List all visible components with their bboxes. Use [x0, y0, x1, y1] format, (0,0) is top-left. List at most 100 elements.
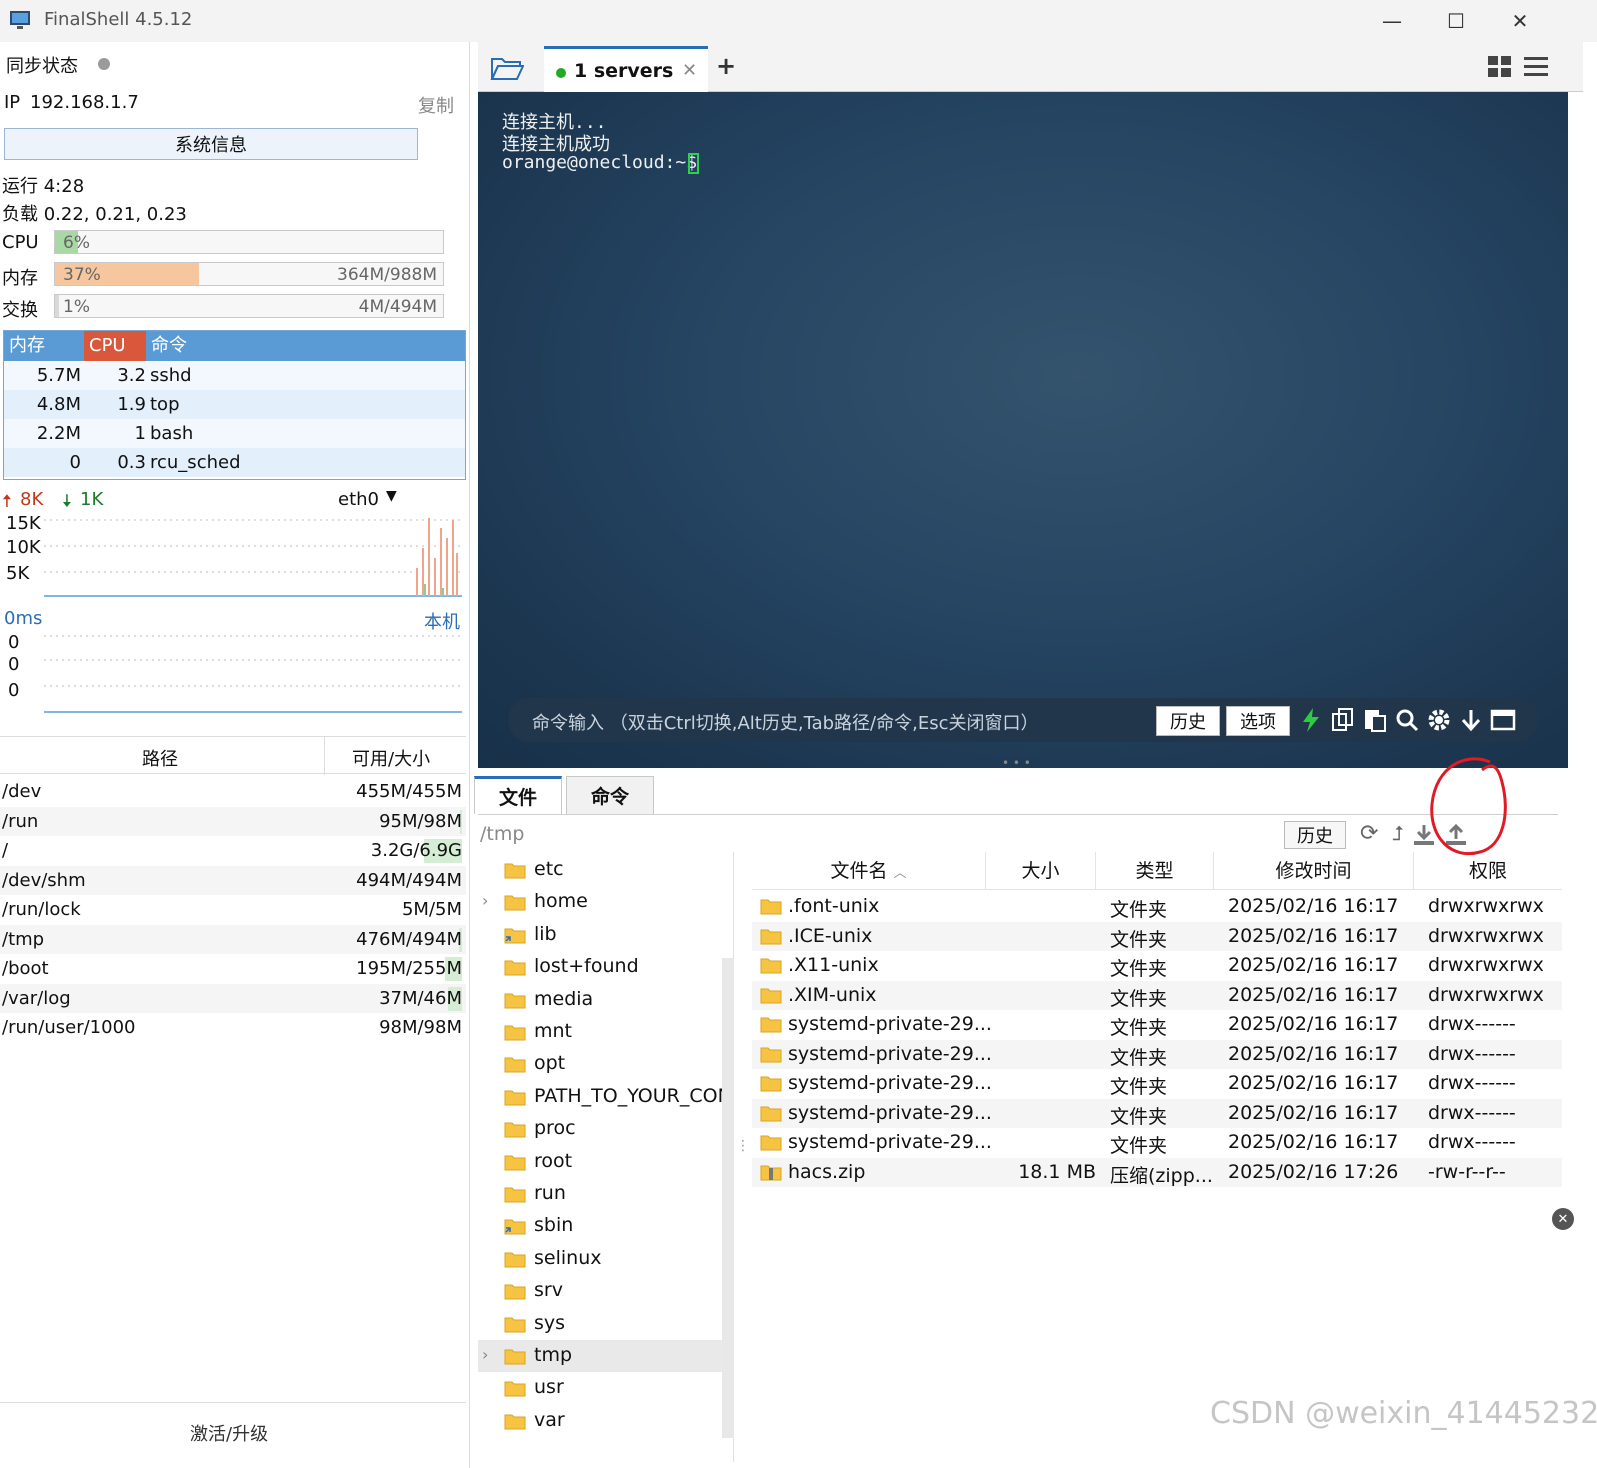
- process-row[interactable]: 2.2M 1 bash: [4, 419, 465, 448]
- tree-item-label: usr: [534, 1376, 564, 1399]
- file-permissions: drwx------: [1428, 1072, 1516, 1094]
- window-icon[interactable]: [1490, 707, 1516, 733]
- close-button[interactable]: ✕: [1500, 6, 1540, 36]
- folder-icon: [760, 957, 782, 979]
- chevron-right-icon[interactable]: ›: [482, 891, 488, 910]
- tree-item[interactable]: sys: [478, 1308, 728, 1340]
- tree-item[interactable]: sbin: [478, 1210, 728, 1242]
- folder-open-icon[interactable]: [490, 55, 524, 81]
- file-row[interactable]: systemd-private-29... 文件夹 2025/02/16 16:17…: [752, 1039, 1562, 1069]
- folder-icon: [504, 1024, 526, 1041]
- process-header-command[interactable]: 命令: [146, 331, 465, 361]
- tree-item[interactable]: selinux: [478, 1243, 728, 1275]
- disk-header-size[interactable]: 可用/大小: [352, 745, 430, 771]
- tree-item[interactable]: PATH_TO_YOUR_CON: [478, 1081, 732, 1113]
- column-type[interactable]: 类型: [1096, 852, 1214, 890]
- chevron-right-icon[interactable]: ›: [482, 1345, 488, 1364]
- tree-item[interactable]: › home: [478, 886, 728, 918]
- disk-row[interactable]: /dev/shm 494M/494M: [0, 865, 466, 896]
- disk-row[interactable]: /var/log 37M/46M: [0, 983, 466, 1014]
- file-row[interactable]: .ICE-unix 文件夹 2025/02/16 16:17 drwxrwxrwx: [752, 921, 1562, 951]
- tree-item[interactable]: root: [478, 1146, 728, 1178]
- tree-item[interactable]: › tmp: [478, 1340, 728, 1372]
- process-row[interactable]: 4.8M 1.9 top: [4, 390, 465, 419]
- column-modified[interactable]: 修改时间: [1214, 852, 1414, 890]
- tree-scrollbar[interactable]: [722, 958, 734, 1438]
- tree-item[interactable]: var: [478, 1405, 728, 1437]
- splitter-handle-icon[interactable]: ⋮: [736, 1138, 750, 1154]
- menu-icon[interactable]: [1524, 56, 1548, 78]
- file-row[interactable]: .font-unix 文件夹 2025/02/16 16:17 drwxrwxrwx: [752, 892, 1562, 921]
- tree-item[interactable]: etc: [478, 854, 728, 886]
- close-panel-icon[interactable]: ✕: [1552, 1208, 1574, 1230]
- tree-item[interactable]: srv: [478, 1275, 728, 1307]
- disk-size: 98M/98M: [379, 1017, 462, 1038]
- activate-upgrade-link[interactable]: 激活/升级: [190, 1420, 268, 1446]
- copy-ip-link[interactable]: 复制: [418, 92, 454, 118]
- history-button[interactable]: 历史: [1156, 706, 1220, 736]
- tree-item[interactable]: media: [478, 984, 728, 1016]
- tree-item-label: sys: [534, 1311, 566, 1334]
- disk-row[interactable]: /run/lock 5M/5M: [0, 895, 466, 925]
- interface-select[interactable]: eth0: [338, 489, 379, 510]
- tab-files[interactable]: 文件: [474, 776, 562, 814]
- grid-layout-icon[interactable]: [1488, 56, 1512, 78]
- column-size[interactable]: 大小: [986, 852, 1096, 890]
- process-header-memory[interactable]: 内存: [4, 331, 84, 361]
- file-name: systemd-private-29...: [788, 1013, 992, 1035]
- file-modified: 2025/02/16 16:17: [1228, 1072, 1399, 1094]
- parent-dir-icon[interactable]: ⮥: [1392, 821, 1404, 845]
- system-info-button[interactable]: 系统信息: [4, 128, 418, 160]
- file-permissions: drwxrwxrwx: [1428, 983, 1544, 1006]
- search-icon[interactable]: [1394, 707, 1420, 733]
- process-header-cpu[interactable]: CPU: [84, 331, 146, 361]
- ping-target[interactable]: 本机: [424, 608, 460, 634]
- folder-icon: [760, 1016, 782, 1038]
- arrow-down-icon[interactable]: [1458, 707, 1484, 733]
- disk-row[interactable]: /run 95M/98M: [0, 806, 466, 837]
- chevron-down-icon[interactable]: ▼: [386, 488, 397, 504]
- disk-row[interactable]: /tmp 476M/494M: [0, 924, 466, 955]
- paste-icon[interactable]: [1362, 707, 1388, 733]
- disk-header-path[interactable]: 路径: [142, 745, 178, 771]
- gear-icon[interactable]: [1426, 707, 1452, 733]
- add-tab-icon[interactable]: +: [716, 52, 736, 80]
- current-path[interactable]: /tmp: [480, 823, 524, 845]
- disk-row[interactable]: /dev 455M/455M: [0, 777, 466, 807]
- process-row[interactable]: 0 0.3 rcu_sched: [4, 448, 465, 477]
- terminal-area[interactable]: 连接主机... 连接主机成功 orange@onecloud:~$ 命令输入 （…: [478, 92, 1568, 768]
- file-row[interactable]: systemd-private-29... 文件夹 2025/02/16 16:17…: [752, 1128, 1562, 1157]
- file-row[interactable]: systemd-private-29... 文件夹 2025/02/16 16:17…: [752, 1098, 1562, 1128]
- refresh-icon[interactable]: ⟳: [1360, 821, 1378, 846]
- column-filename[interactable]: 文件名 ︿: [752, 852, 986, 890]
- close-tab-icon[interactable]: ✕: [682, 60, 697, 81]
- tree-item[interactable]: lib: [478, 919, 728, 951]
- tab-commands[interactable]: 命令: [566, 776, 654, 814]
- tree-item[interactable]: mnt: [478, 1016, 728, 1048]
- tree-item[interactable]: lost+found: [478, 951, 728, 983]
- file-row[interactable]: .XIM-unix 文件夹 2025/02/16 16:17 drwxrwxrwx: [752, 980, 1562, 1010]
- file-row[interactable]: systemd-private-29... 文件夹 2025/02/16 16:17…: [752, 1010, 1562, 1039]
- process-row[interactable]: 5.7M 3.2 sshd: [4, 361, 465, 390]
- tab-1-servers[interactable]: 1 servers ✕: [544, 46, 708, 92]
- file-row[interactable]: hacs.zip 18.1 MB 压缩(zipp... 2025/02/16 17:2…: [752, 1157, 1562, 1187]
- disk-row[interactable]: / 3.2G/6.9G: [0, 836, 466, 866]
- path-history-button[interactable]: 历史: [1284, 821, 1346, 849]
- lightning-icon[interactable]: [1298, 707, 1324, 733]
- tree-item-label: mnt: [534, 1020, 572, 1042]
- disk-row[interactable]: /run/user/1000 98M/98M: [0, 1013, 466, 1043]
- copy-icon[interactable]: [1330, 707, 1356, 733]
- minimize-button[interactable]: —: [1372, 6, 1412, 36]
- tree-item[interactable]: run: [478, 1178, 728, 1210]
- file-row[interactable]: .X11-unix 文件夹 2025/02/16 16:17 drwxrwxrwx: [752, 951, 1562, 980]
- disk-row[interactable]: /boot 195M/255M: [0, 954, 466, 984]
- tree-item[interactable]: opt: [478, 1048, 728, 1080]
- command-input-bar[interactable]: 命令输入 （双击Ctrl切换,Alt历史,Tab路径/命令,Esc关闭窗口） 历…: [508, 698, 1538, 742]
- splitter-handle-icon[interactable]: • • •: [1002, 756, 1031, 770]
- file-modified: 2025/02/16 16:17: [1228, 983, 1399, 1006]
- file-row[interactable]: systemd-private-29... 文件夹 2025/02/16 16:17…: [752, 1069, 1562, 1098]
- options-button[interactable]: 选项: [1226, 706, 1290, 736]
- tree-item[interactable]: proc: [478, 1113, 728, 1145]
- maximize-button[interactable]: ☐: [1436, 6, 1476, 36]
- tree-item[interactable]: usr: [478, 1372, 728, 1404]
